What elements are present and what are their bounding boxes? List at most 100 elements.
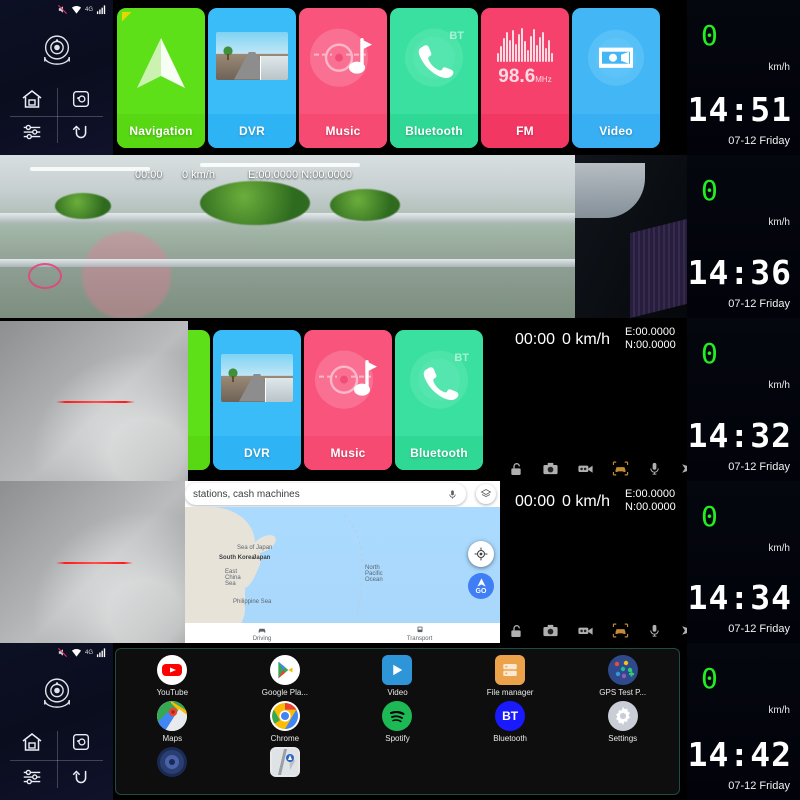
nav-home-button[interactable] <box>8 725 57 760</box>
unlocked-padlock-icon[interactable] <box>508 623 524 639</box>
app-settings[interactable]: Settings <box>566 701 679 743</box>
left-nav-panel: 4G <box>0 0 113 155</box>
video-camera-icon[interactable] <box>577 460 594 477</box>
app-navi-map[interactable] <box>229 747 342 780</box>
tile-bluetooth-art: BT <box>395 330 483 436</box>
dvr-toolbar <box>508 622 697 639</box>
google-maps-icon <box>157 701 188 731</box>
map-search-bar[interactable]: stations, cash machines <box>185 483 466 505</box>
rear-camera-preview[interactable] <box>0 321 188 481</box>
nav-home-button[interactable] <box>8 82 57 116</box>
clock-time: 14:51 <box>687 90 792 129</box>
tile-navigation-clipped[interactable] <box>188 329 210 470</box>
bluetooth-icon: BT <box>495 701 526 731</box>
tile-music[interactable]: Music <box>304 329 392 470</box>
dvr-rear-camera-view[interactable] <box>575 155 687 318</box>
app-label: Bluetooth <box>493 734 527 743</box>
road-photo-inset <box>260 55 288 80</box>
tile-navigation[interactable]: Navigation <box>117 7 205 148</box>
dashcam-head-unit-screenshot: 4G Navigation DVR Music BT Bluetooth 98.… <box>0 0 800 800</box>
video-player-icon <box>382 655 413 685</box>
app-label: YouTube <box>156 688 189 697</box>
speed-unit: km/h <box>768 705 790 716</box>
nav-back-button[interactable] <box>57 760 106 795</box>
tile-dvr-label: DVR <box>213 435 301 470</box>
speed-value: 0 <box>701 19 718 52</box>
app-spotify[interactable]: Spotify <box>341 701 454 743</box>
back-arrow-icon <box>72 770 87 783</box>
home-icon <box>22 733 42 751</box>
tile-fm[interactable]: 98.6MHz FM <box>481 7 569 148</box>
app-label: Maps <box>162 734 183 743</box>
microphone-icon[interactable] <box>647 461 662 476</box>
map-label: North Pacific Ocean <box>365 565 383 583</box>
sliders-icon <box>24 769 41 785</box>
nav-settings-button[interactable] <box>8 116 57 150</box>
map-layers-button[interactable] <box>476 484 496 504</box>
dashcam-icon[interactable] <box>36 30 78 72</box>
camera-icon[interactable] <box>542 622 559 639</box>
nav-back-button[interactable] <box>57 116 106 150</box>
clock-date: 07-12 Friday <box>728 623 790 635</box>
camera-icon[interactable] <box>542 460 559 477</box>
rear-camera-preview[interactable] <box>0 481 185 643</box>
dvr-info-speed: 0 km/h <box>562 331 611 348</box>
app-youtube[interactable]: YouTube <box>116 655 229 697</box>
fm-frequency: 98.6MHz <box>498 66 551 88</box>
tile-video-label: Video <box>572 113 660 148</box>
app-gps-test[interactable]: GPS Test P... <box>566 655 679 697</box>
unlocked-padlock-icon[interactable] <box>508 461 524 477</box>
app-sound-recorder[interactable] <box>116 747 229 780</box>
instrument-cluster-3: 0 km/h 14:32 07-12 Friday <box>687 318 800 481</box>
row-split-dvr-tiles: DVR Music BT Bluetooth 00:00 0 km/h E:00… <box>0 318 800 481</box>
app-maps[interactable]: Maps <box>116 701 229 743</box>
tile-dvr[interactable]: DVR <box>208 7 296 148</box>
tile-video[interactable]: Video <box>572 7 660 148</box>
app-video[interactable]: Video <box>341 655 454 697</box>
dvr-info-timer: 00:00 <box>515 493 556 510</box>
dvr-info-lat: E:00.0000 <box>625 488 676 500</box>
map-tab-driving[interactable]: Driving <box>253 625 271 642</box>
tile-navigation-art <box>117 8 205 114</box>
app-file-manager[interactable]: File manager <box>454 655 567 697</box>
map-canvas[interactable]: South Korea Japan Sea of Japan East Chin… <box>185 507 500 623</box>
dashcam-icon[interactable] <box>36 673 78 715</box>
gear-icon <box>607 701 638 731</box>
screen-capture-icon <box>72 90 89 107</box>
tile-navigation-label: Navigation <box>117 113 205 148</box>
dvr-front-camera-view[interactable]: 00:00 0 km/h E:00.0000 N:00.0000 <box>0 155 575 318</box>
app-google-play[interactable]: Google Pla... <box>229 655 342 697</box>
chrome-icon <box>269 701 300 731</box>
tile-music[interactable]: Music <box>299 7 387 148</box>
video-camera-icon[interactable] <box>577 622 594 639</box>
microphone-icon[interactable] <box>647 623 662 638</box>
tile-dvr[interactable]: DVR <box>213 329 301 470</box>
app-drawer-panel[interactable]: YouTube Google Pla... Video File manager… <box>115 648 680 795</box>
tile-bluetooth[interactable]: BT Bluetooth <box>395 329 483 470</box>
map-go-button[interactable]: GO <box>468 573 494 599</box>
app-bluetooth[interactable]: BT Bluetooth <box>454 701 567 743</box>
microphone-icon[interactable] <box>447 489 458 500</box>
tile-video-art <box>572 8 660 114</box>
clock-date: 07-12 Friday <box>728 461 790 473</box>
google-maps-panel[interactable]: stations, cash machines South Korea Japa… <box>185 481 500 643</box>
nav-settings-button[interactable] <box>8 760 57 795</box>
tile-fm-art: 98.6MHz <box>481 8 569 114</box>
map-tab-transport[interactable]: Transport <box>407 625 432 642</box>
nav-screenshot-button[interactable] <box>57 82 106 116</box>
map-go-label: GO <box>475 588 487 595</box>
car-frame-icon[interactable] <box>612 460 629 477</box>
app-label: Spotify <box>385 734 410 743</box>
map-layers-icon <box>480 489 492 497</box>
tile-bluetooth[interactable]: BT Bluetooth <box>390 7 478 148</box>
app-chrome[interactable]: Chrome <box>229 701 342 743</box>
nav-screenshot-button[interactable] <box>57 725 106 760</box>
tile-navigation-art <box>188 330 210 436</box>
tile-dvr-art <box>208 8 296 114</box>
row-home-screen: 4G Navigation DVR Music BT Bluetooth 98.… <box>0 0 800 155</box>
dvr-toolbar <box>508 460 697 477</box>
my-location-button[interactable] <box>468 541 494 567</box>
fm-frequency-value: 98.6 <box>498 65 536 87</box>
car-frame-icon[interactable] <box>612 622 629 639</box>
clock-date: 07-12 Friday <box>728 298 790 310</box>
